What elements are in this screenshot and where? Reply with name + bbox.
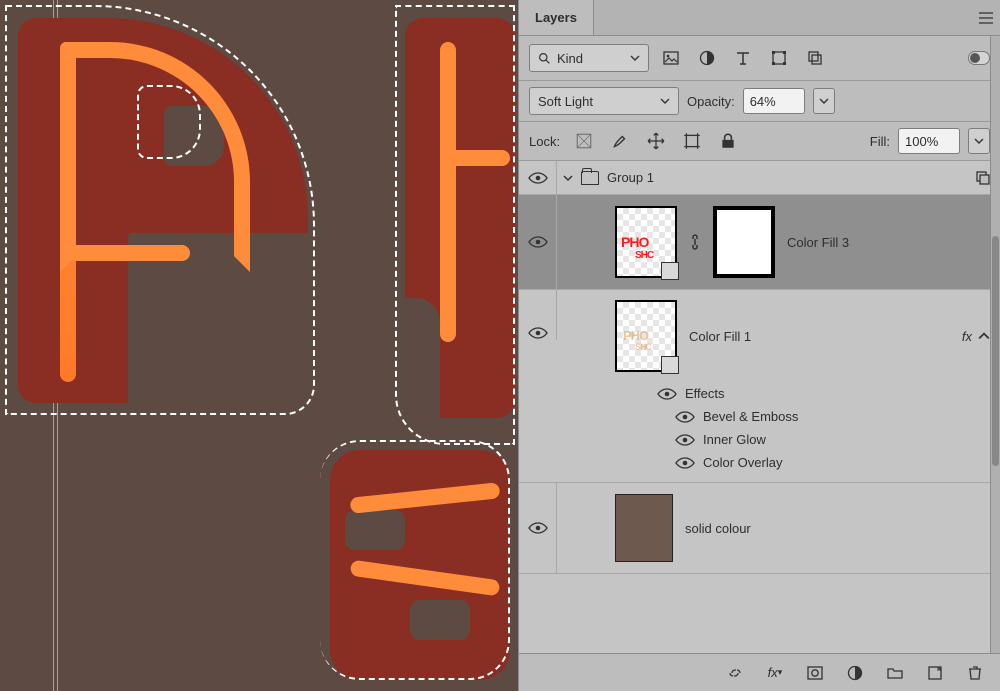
panel-tabs: Layers [519,0,1000,36]
filter-shape-icon[interactable] [765,46,793,70]
visibility-icon[interactable] [528,171,548,185]
layer-filter-row: Kind [519,36,1000,80]
fx-icon[interactable]: fx▾ [764,661,786,685]
layer-thumbnail[interactable]: PHO SHC [615,206,677,278]
filter-smartobject-icon[interactable] [801,46,829,70]
search-icon [538,52,551,65]
mask-link-icon[interactable] [689,234,701,250]
filter-kind-label: Kind [557,51,583,66]
blend-mode-select[interactable]: Soft Light [529,87,679,115]
layer-row[interactable]: PHO SHC Color Fill 1 fx Effects [519,290,1000,483]
visibility-icon[interactable] [657,387,677,401]
chevron-down-icon [819,96,829,106]
blend-row: Soft Light Opacity: 64% [519,81,1000,121]
mask-icon[interactable] [804,661,826,685]
scrollbar[interactable] [990,36,1000,653]
new-layer-icon[interactable] [924,661,946,685]
lock-label: Lock: [529,134,560,149]
layer-mask-thumbnail[interactable] [713,206,775,278]
chevron-down-icon [630,53,640,63]
artboard-lock-icon[interactable] [678,129,706,153]
layer-group-row[interactable]: Group 1 [519,161,1000,195]
filter-kind-select[interactable]: Kind [529,44,649,72]
fill-value: 100% [905,134,938,149]
blend-mode-value: Soft Light [538,94,593,109]
folder-icon [581,171,599,185]
effect-item[interactable]: Bevel & Emboss [657,405,1000,428]
filter-adjustment-icon[interactable] [693,46,721,70]
layer-row[interactable]: PHO SHC Color Fill 3 [519,195,1000,290]
lock-row: Lock: Fill: 100% [519,122,1000,160]
fill-stepper[interactable] [968,128,990,154]
visibility-icon[interactable] [528,326,548,340]
selection-marquee [5,5,315,415]
effect-item[interactable]: Color Overlay [657,451,1000,474]
link-icon[interactable] [724,661,746,685]
brush-lock-icon[interactable] [606,129,634,153]
panel-menu-icon[interactable] [972,6,1000,30]
fx-badge[interactable]: fx [962,329,972,344]
visibility-icon[interactable] [675,433,695,447]
chevron-up-icon[interactable] [978,330,990,342]
selection-marquee [320,440,510,680]
visibility-icon[interactable] [528,521,548,535]
group-name: Group 1 [607,170,654,185]
scrollbar-thumb[interactable] [992,236,999,466]
move-lock-icon[interactable] [642,129,670,153]
chevron-down-icon [660,96,670,106]
effect-name: Inner Glow [703,432,766,447]
effect-item[interactable]: Inner Glow [657,428,1000,451]
opacity-field[interactable]: 64% [743,88,805,114]
shape-badge-icon [661,356,679,374]
visibility-icon[interactable] [675,410,695,424]
layers-panel: Layers Kind Soft Light Opacity: 64% [518,0,1000,691]
fill-field[interactable]: 100% [898,128,960,154]
filter-toggle[interactable] [968,51,990,65]
opacity-stepper[interactable] [813,88,835,114]
layers-bottom-bar: fx▾ [519,653,1000,691]
visibility-icon[interactable] [528,235,548,249]
opacity-value: 64% [750,94,776,109]
shape-badge-icon [661,262,679,280]
layer-thumbnail[interactable]: PHO SHC [615,300,677,372]
visibility-icon[interactable] [675,456,695,470]
filter-type-icon[interactable] [729,46,757,70]
fill-label: Fill: [870,134,890,149]
filter-image-icon[interactable] [657,46,685,70]
selection-marquee [395,5,515,445]
effects-label: Effects [685,386,725,401]
opacity-label: Opacity: [687,94,735,109]
layer-name: Color Fill 1 [689,329,751,344]
tab-layers[interactable]: Layers [519,0,594,35]
full-lock-icon[interactable] [714,129,742,153]
trash-icon[interactable] [964,661,986,685]
adjustment-icon[interactable] [844,661,866,685]
effect-name: Bevel & Emboss [703,409,798,424]
document-canvas[interactable] [0,0,518,691]
layer-name: solid colour [685,521,751,536]
layer-name: Color Fill 3 [787,235,849,250]
layer-effects-list: Effects Bevel & Emboss Inner Glow Color … [557,378,1000,482]
transparent-lock-icon[interactable] [570,129,598,153]
group-icon[interactable] [884,661,906,685]
layer-thumbnail[interactable] [615,494,673,562]
layer-row[interactable]: solid colour [519,483,1000,574]
layer-list: Group 1 PHO SHC Col [519,161,1000,653]
chevron-down-icon[interactable] [563,173,573,183]
chevron-down-icon [974,136,984,146]
effect-name: Color Overlay [703,455,782,470]
